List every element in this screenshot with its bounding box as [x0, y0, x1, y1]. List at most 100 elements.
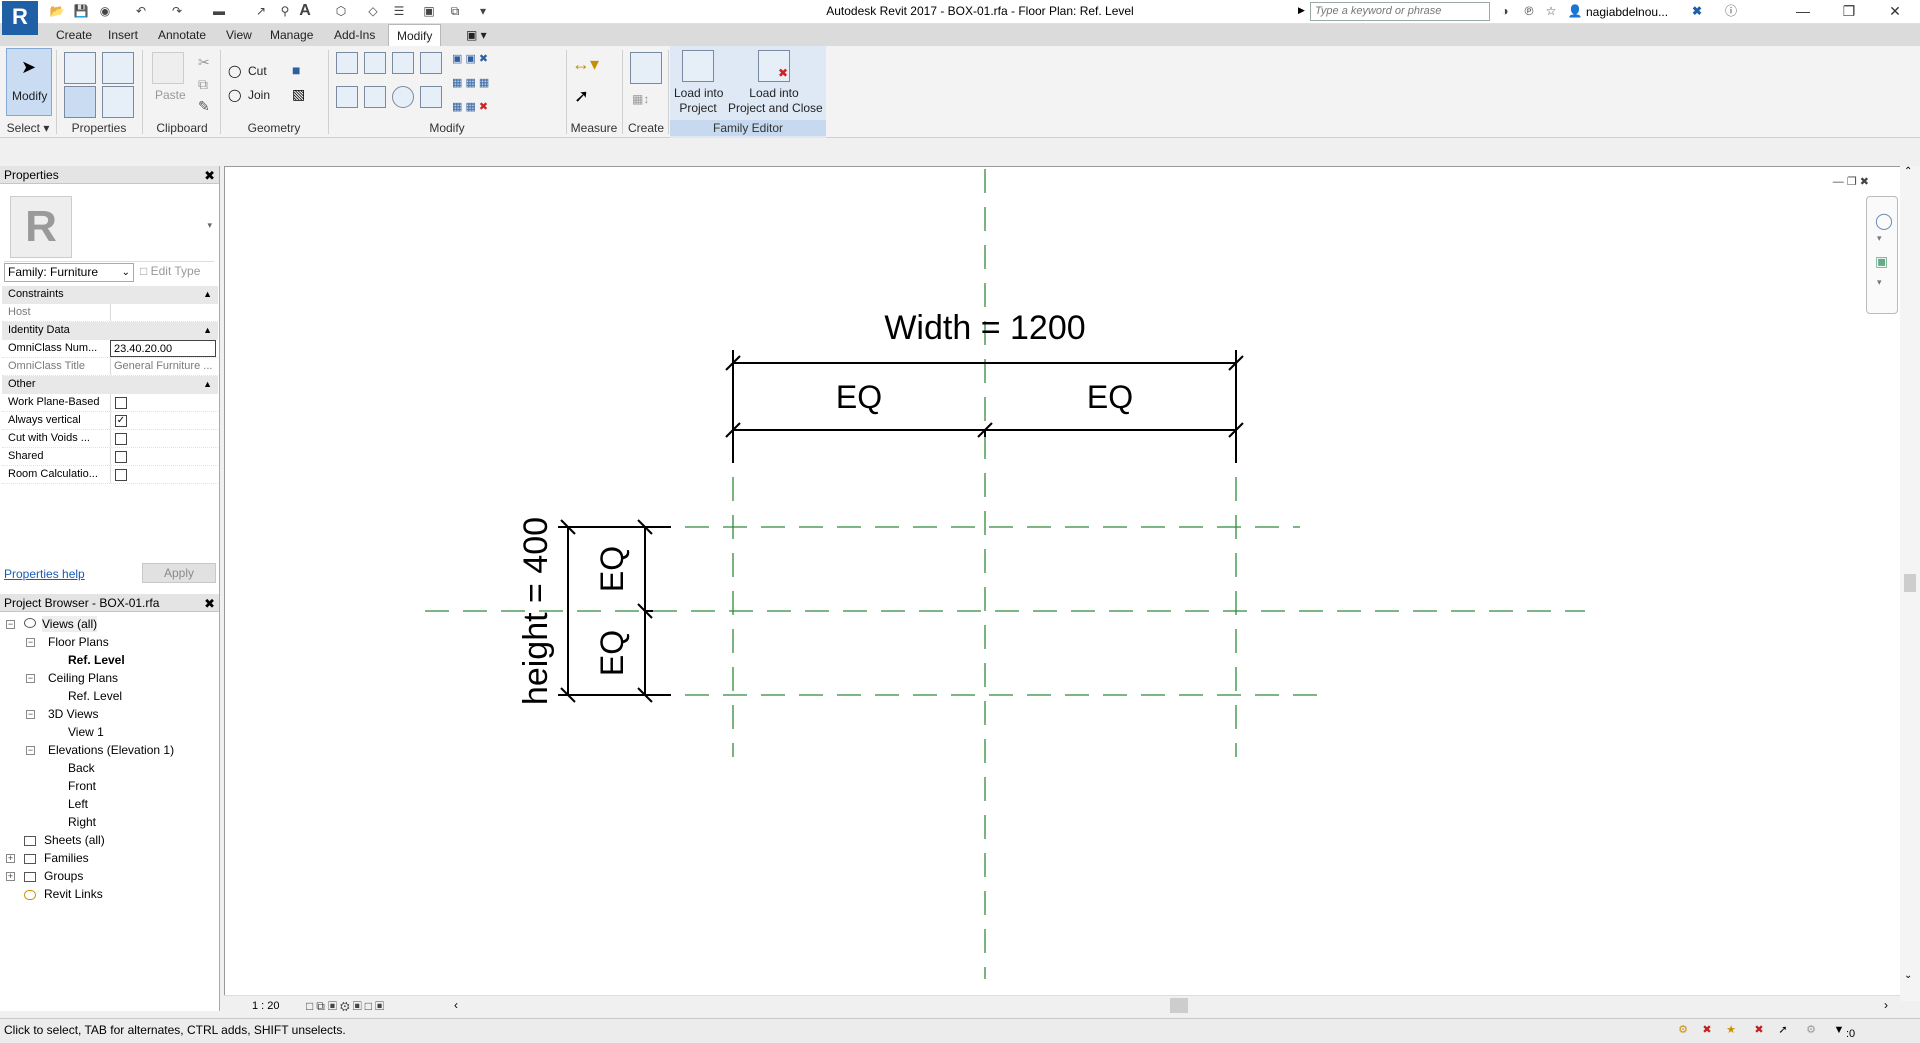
floor-plan-canvas[interactable]: Width = 1200 EQ EQ height = 400 EQ EQ	[225, 167, 1901, 997]
tree-left[interactable]: Left	[68, 796, 88, 812]
tree-front[interactable]: Front	[68, 778, 96, 794]
tab-create[interactable]: Create	[48, 24, 100, 46]
shared-checkbox[interactable]	[115, 451, 127, 463]
tree-families[interactable]: Families	[44, 850, 89, 866]
scroll-left-icon[interactable]: ‹	[454, 998, 458, 1012]
drag-elements-icon[interactable]: ➚	[1776, 1023, 1790, 1037]
sync-icon[interactable]: ◉	[96, 2, 114, 20]
tree-3d-views[interactable]: 3D Views	[48, 706, 98, 722]
search-input[interactable]: Type a keyword or phrase	[1310, 2, 1490, 21]
navigation-bar[interactable]: ◯ ▾ ▣ ▾	[1866, 196, 1898, 314]
user-name[interactable]: nagiabdelnou...	[1586, 5, 1668, 19]
tree-revit-links[interactable]: Revit Links	[44, 886, 103, 902]
drawing-area[interactable]: Width = 1200 EQ EQ height = 400 EQ EQ — …	[224, 166, 1920, 1001]
ribbon-minimize-icon[interactable]: ▣ ▾	[458, 24, 495, 46]
create-group-icon[interactable]: ▦↕	[632, 92, 649, 106]
tree-ceiling-plans[interactable]: Ceiling Plans	[48, 670, 118, 686]
paste-icon[interactable]	[152, 52, 184, 84]
tab-add-ins[interactable]: Add-Ins	[326, 24, 383, 46]
load-into-project-icon[interactable]	[682, 50, 714, 82]
type-dropdown-icon[interactable]: ▾	[207, 220, 212, 231]
chevron-down-icon[interactable]: ▾	[1877, 233, 1882, 244]
copy-element-icon[interactable]	[364, 86, 386, 108]
background-process-icon[interactable]: ⚙	[1804, 1023, 1818, 1037]
tab-manage[interactable]: Manage	[262, 24, 321, 46]
tree-elevations[interactable]: Elevations (Elevation 1)	[48, 742, 174, 758]
rotate-icon[interactable]	[392, 86, 414, 108]
tab-view[interactable]: View	[218, 24, 260, 46]
view-control-icons[interactable]: □⧉▣⚙▣□▣	[306, 999, 387, 1014]
aligned-dimension-icon[interactable]: ↔▾	[572, 54, 599, 75]
binoculars-icon[interactable]: ◑	[1496, 2, 1514, 20]
tree-right[interactable]: Right	[68, 814, 96, 830]
type-properties-icon[interactable]	[64, 52, 96, 84]
filter-icon[interactable]: ▼	[1832, 1023, 1846, 1037]
load-close-line1[interactable]: Load into	[728, 86, 820, 100]
collapse-icon[interactable]: −	[26, 638, 35, 647]
tag-icon[interactable]: ⚲	[276, 2, 294, 20]
vertical-scrollbar[interactable]: ⌃ ⌄	[1900, 166, 1920, 1001]
eq-label-bottom[interactable]: EQ	[594, 630, 630, 676]
always-vertical-checkbox[interactable]: ✓	[115, 415, 127, 427]
measure-icon[interactable]: ▬	[210, 2, 228, 20]
view-window-controls[interactable]: — ❐ ✖	[1833, 175, 1869, 188]
tab-modify[interactable]: Modify	[388, 24, 442, 46]
tree-back[interactable]: Back	[68, 760, 95, 776]
cut-label[interactable]: Cut	[248, 64, 267, 78]
tab-annotate[interactable]: Annotate	[150, 24, 214, 46]
cut-clip-icon[interactable]: ✂	[198, 54, 210, 71]
load-into-project-line2[interactable]: Project	[674, 101, 722, 115]
horizontal-scroll-thumb[interactable]	[1170, 998, 1188, 1013]
type-selector[interactable]: Family: Furniture ⌄	[4, 263, 134, 282]
select-underlay-icon[interactable]: ✖	[1700, 1023, 1714, 1037]
work-plane-checkbox[interactable]	[115, 397, 127, 409]
maximize-icon[interactable]: ❐	[1826, 0, 1872, 24]
subscription-icon[interactable]: ℗	[1520, 2, 1538, 20]
type-preview[interactable]: R ▾	[4, 192, 214, 262]
scale-value[interactable]: 1 : 20	[252, 1000, 280, 1012]
join-geometry-icon[interactable]: ◯	[228, 88, 241, 102]
collapse-icon[interactable]: −	[26, 746, 35, 755]
app-menu-logo[interactable]: R	[2, 1, 38, 35]
3d-view-icon[interactable]: ⬡	[332, 2, 350, 20]
move-icon[interactable]	[336, 86, 358, 108]
copy-icon[interactable]: ⧉	[198, 76, 208, 93]
close-icon[interactable]: ✕	[1872, 0, 1918, 24]
tree-view-1[interactable]: View 1	[68, 724, 104, 740]
tree-sheets[interactable]: Sheets (all)	[44, 832, 105, 848]
redo-icon[interactable]: ↷	[168, 2, 186, 20]
cut-voids-checkbox[interactable]	[115, 433, 127, 445]
thin-lines-icon[interactable]: ☰	[390, 2, 408, 20]
properties-help-link[interactable]: Properties help	[4, 567, 85, 581]
edit-type-button[interactable]: □ Edit Type	[140, 264, 200, 278]
width-label[interactable]: Width = 1200	[884, 309, 1085, 347]
measure-line-icon[interactable]: ➚	[574, 86, 589, 107]
offset-icon[interactable]	[364, 52, 386, 74]
scroll-down-icon[interactable]: ⌄	[1904, 970, 1912, 981]
switch-windows-icon[interactable]: ⧉	[446, 2, 464, 20]
tree-ceiling-ref-level[interactable]: Ref. Level	[68, 688, 122, 704]
split-face-icon[interactable]: ▧	[292, 86, 305, 103]
select-by-face-icon[interactable]: ✖	[1752, 1023, 1766, 1037]
split-icon[interactable]: ▣ ▣ ✖	[452, 52, 488, 65]
tree-groups[interactable]: Groups	[44, 868, 83, 884]
minimize-icon[interactable]: —	[1780, 0, 1826, 24]
customize-qat-icon[interactable]: ▾	[474, 2, 492, 20]
modify-button[interactable]: ➤ Modify	[6, 48, 52, 116]
load-close-line2[interactable]: Project and Close	[728, 101, 823, 115]
properties-toggle-icon[interactable]	[64, 86, 96, 118]
select-pinned-icon[interactable]: ★	[1724, 1023, 1738, 1037]
expand-icon[interactable]: +	[6, 854, 15, 863]
group-other[interactable]: Other ▲	[2, 376, 218, 394]
tree-floor-ref-level[interactable]: Ref. Level	[68, 652, 125, 668]
eq-label-left[interactable]: EQ	[836, 379, 882, 415]
family-category-icon[interactable]	[102, 86, 134, 118]
mirror-draw-icon[interactable]	[420, 52, 442, 74]
collapse-icon[interactable]: −	[26, 710, 35, 719]
create-similar-icon[interactable]	[630, 52, 662, 84]
prop-omniclass-title[interactable]: OmniClass Title General Furniture ...	[2, 358, 218, 376]
vertical-scroll-thumb[interactable]	[1904, 574, 1916, 592]
eq-label-right[interactable]: EQ	[1087, 379, 1133, 415]
tree-views-all[interactable]: Views (all)	[42, 616, 98, 632]
array-icon[interactable]: ▦ ▦ ▦	[452, 76, 489, 89]
